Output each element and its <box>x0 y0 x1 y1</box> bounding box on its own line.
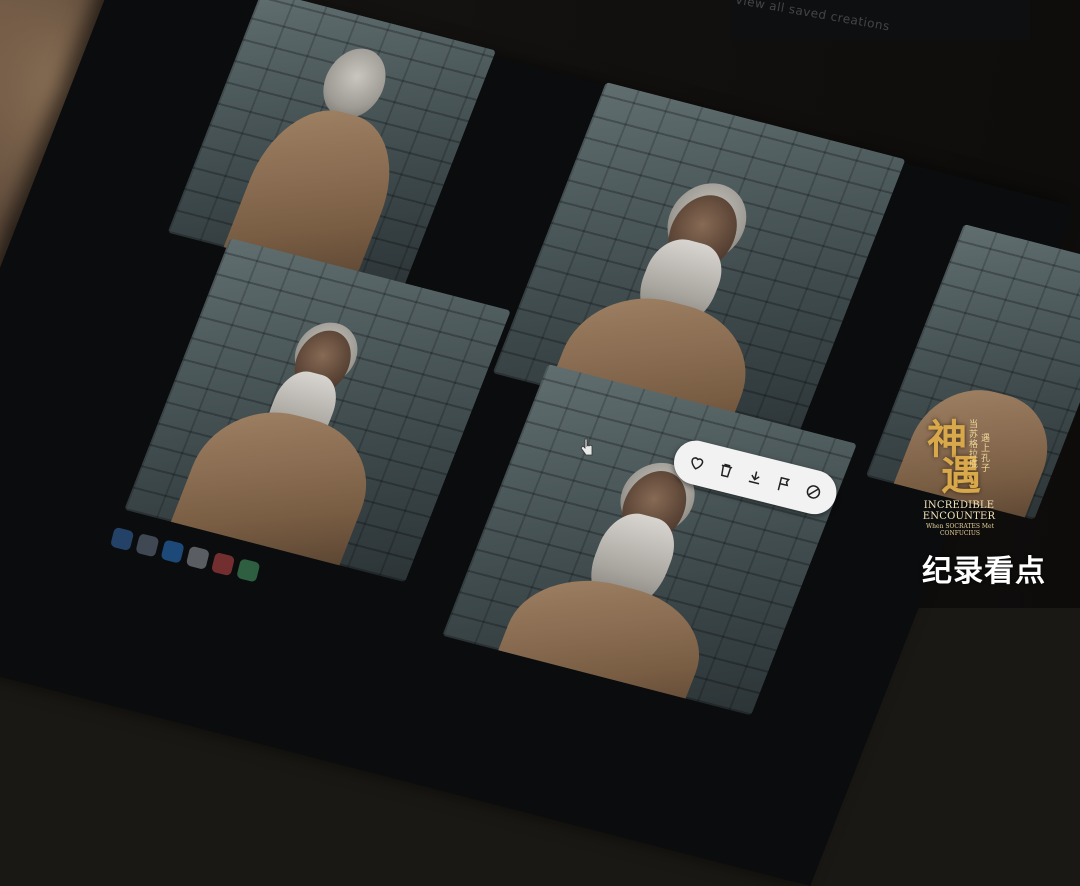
trash-icon[interactable] <box>713 457 740 484</box>
dock-app-icon[interactable] <box>236 558 261 583</box>
logo-tagline: When SOCRATES Met CONFUCIUS <box>925 523 994 537</box>
logo-subtitle-1: 当苏格拉底 <box>969 420 979 470</box>
flag-icon[interactable] <box>771 471 798 498</box>
logo-subtitle-2: 遇上孔子 <box>981 434 991 474</box>
download-icon[interactable] <box>742 464 769 491</box>
hand-cursor-icon <box>580 438 593 456</box>
heart-icon[interactable] <box>684 450 711 477</box>
slash-icon[interactable] <box>800 479 827 506</box>
dock-app-icon[interactable] <box>160 539 185 564</box>
logo-english-line-2: ENCOUNTER <box>922 511 996 522</box>
dock-app-icon[interactable] <box>185 545 210 570</box>
channel-watermark: 纪录看点 <box>922 554 1046 589</box>
logo-english-line-1: INCREDIBLE <box>923 500 995 511</box>
dock-app-icon[interactable] <box>210 551 236 577</box>
dock-app-icon[interactable] <box>110 526 135 552</box>
documentary-logo: 神 遇 当苏格拉底 遇上孔子 INCREDIBLE ENCOUNTER When… <box>905 420 1005 540</box>
dock-app-icon[interactable] <box>135 533 160 558</box>
